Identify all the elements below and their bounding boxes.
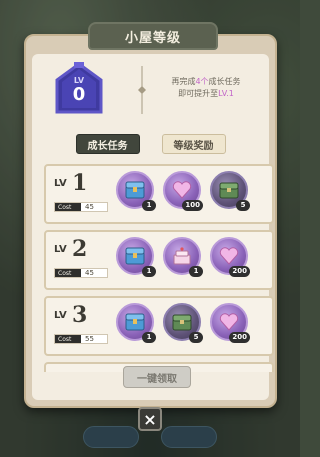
house-level-number: 0: [72, 84, 86, 105]
reward-quantity: 100: [182, 200, 203, 211]
hint-text-a: 再完成: [171, 77, 196, 86]
dialog-title: 小屋等级: [88, 22, 218, 50]
cake-icon: [173, 247, 191, 265]
treasure-box-icon: [125, 247, 145, 265]
upgrade-hint: 再完成4个成长任务 即可提升至LV.1: [154, 76, 258, 100]
level-row: LV 2 Cost 45 1 1 200: [44, 230, 274, 290]
cost-label: Cost: [55, 203, 81, 211]
reward-item[interactable]: 100: [163, 171, 203, 211]
level-number: 1: [72, 170, 88, 196]
treasure-box-icon: [125, 181, 145, 199]
reward-quantity: 1: [142, 332, 156, 343]
level-number: 2: [72, 236, 88, 262]
close-button[interactable]: ×: [138, 407, 162, 431]
cost-label: Cost: [55, 335, 81, 343]
house-level-dialog: 小屋等级 LV 0 再完成4个成长任务 即可提升至LV.1 成长任务 等级奖励 …: [24, 22, 277, 408]
cost-bar: Cost 45: [54, 268, 108, 278]
background-button-right: [161, 426, 217, 448]
cost-value: 45: [85, 203, 94, 211]
close-icon: ×: [143, 409, 157, 429]
house-level-badge: LV 0: [54, 62, 104, 116]
heart-gem-icon: [219, 247, 239, 265]
hint-text-b: 成长任务: [208, 77, 241, 86]
reward-item[interactable]: 1: [116, 171, 156, 211]
reward-list: 1 100 5: [116, 171, 250, 211]
reward-quantity: 1: [142, 266, 156, 277]
level-header: LV 0 再完成4个成长任务 即可提升至LV.1: [40, 60, 261, 122]
lv-label: LV: [54, 244, 67, 255]
reward-quantity: 1: [189, 266, 203, 277]
reward-list: 1 1 200: [116, 237, 250, 277]
cost-bar: Cost 45: [54, 202, 108, 212]
reward-item[interactable]: 1: [116, 237, 156, 277]
reward-list: 1 5 200: [116, 303, 250, 343]
lv-label: LV: [54, 310, 67, 321]
level-row: LV 3 Cost 55 1 5 200: [44, 296, 274, 356]
reward-item[interactable]: 1: [163, 237, 203, 277]
header-divider: [138, 66, 146, 114]
reward-quantity: 5: [236, 200, 250, 211]
reward-item[interactable]: 5: [210, 171, 250, 211]
level-row: LV 1 Cost 45 1 100 5: [44, 164, 274, 224]
dialog-body: LV 0 再完成4个成长任务 即可提升至LV.1 成长任务 等级奖励 LV 1 …: [32, 54, 274, 400]
reward-quantity: 5: [189, 332, 203, 343]
hint-text-c: 即可提升至: [178, 89, 219, 98]
reward-item[interactable]: 200: [210, 303, 250, 343]
green-chest-icon: [219, 182, 239, 199]
level-number: 3: [72, 302, 88, 328]
hint-count: 4个: [195, 77, 209, 86]
background-button-left: [83, 426, 139, 448]
lv-label: LV: [54, 178, 67, 189]
green-chest-icon: [172, 314, 192, 331]
reward-item[interactable]: 200: [210, 237, 250, 277]
heart-gem-icon: [172, 181, 192, 199]
reward-item[interactable]: 1: [116, 303, 156, 343]
cost-label: Cost: [55, 269, 81, 277]
hint-target-level: LV.1: [218, 89, 234, 98]
reward-item[interactable]: 5: [163, 303, 203, 343]
reward-quantity: 200: [229, 266, 250, 277]
heart-gem-icon: [219, 313, 239, 331]
claim-all-button[interactable]: 一键领取: [123, 366, 191, 388]
cost-value: 45: [85, 269, 94, 277]
treasure-box-icon: [125, 313, 145, 331]
cost-value: 55: [85, 335, 94, 343]
tab-growth-tasks[interactable]: 成长任务: [75, 134, 140, 154]
reward-quantity: 1: [142, 200, 156, 211]
reward-quantity: 200: [229, 332, 250, 343]
tab-level-rewards[interactable]: 等级奖励: [161, 134, 226, 154]
cost-bar: Cost 55: [54, 334, 108, 344]
tab-bar: 成长任务 等级奖励: [32, 134, 269, 156]
